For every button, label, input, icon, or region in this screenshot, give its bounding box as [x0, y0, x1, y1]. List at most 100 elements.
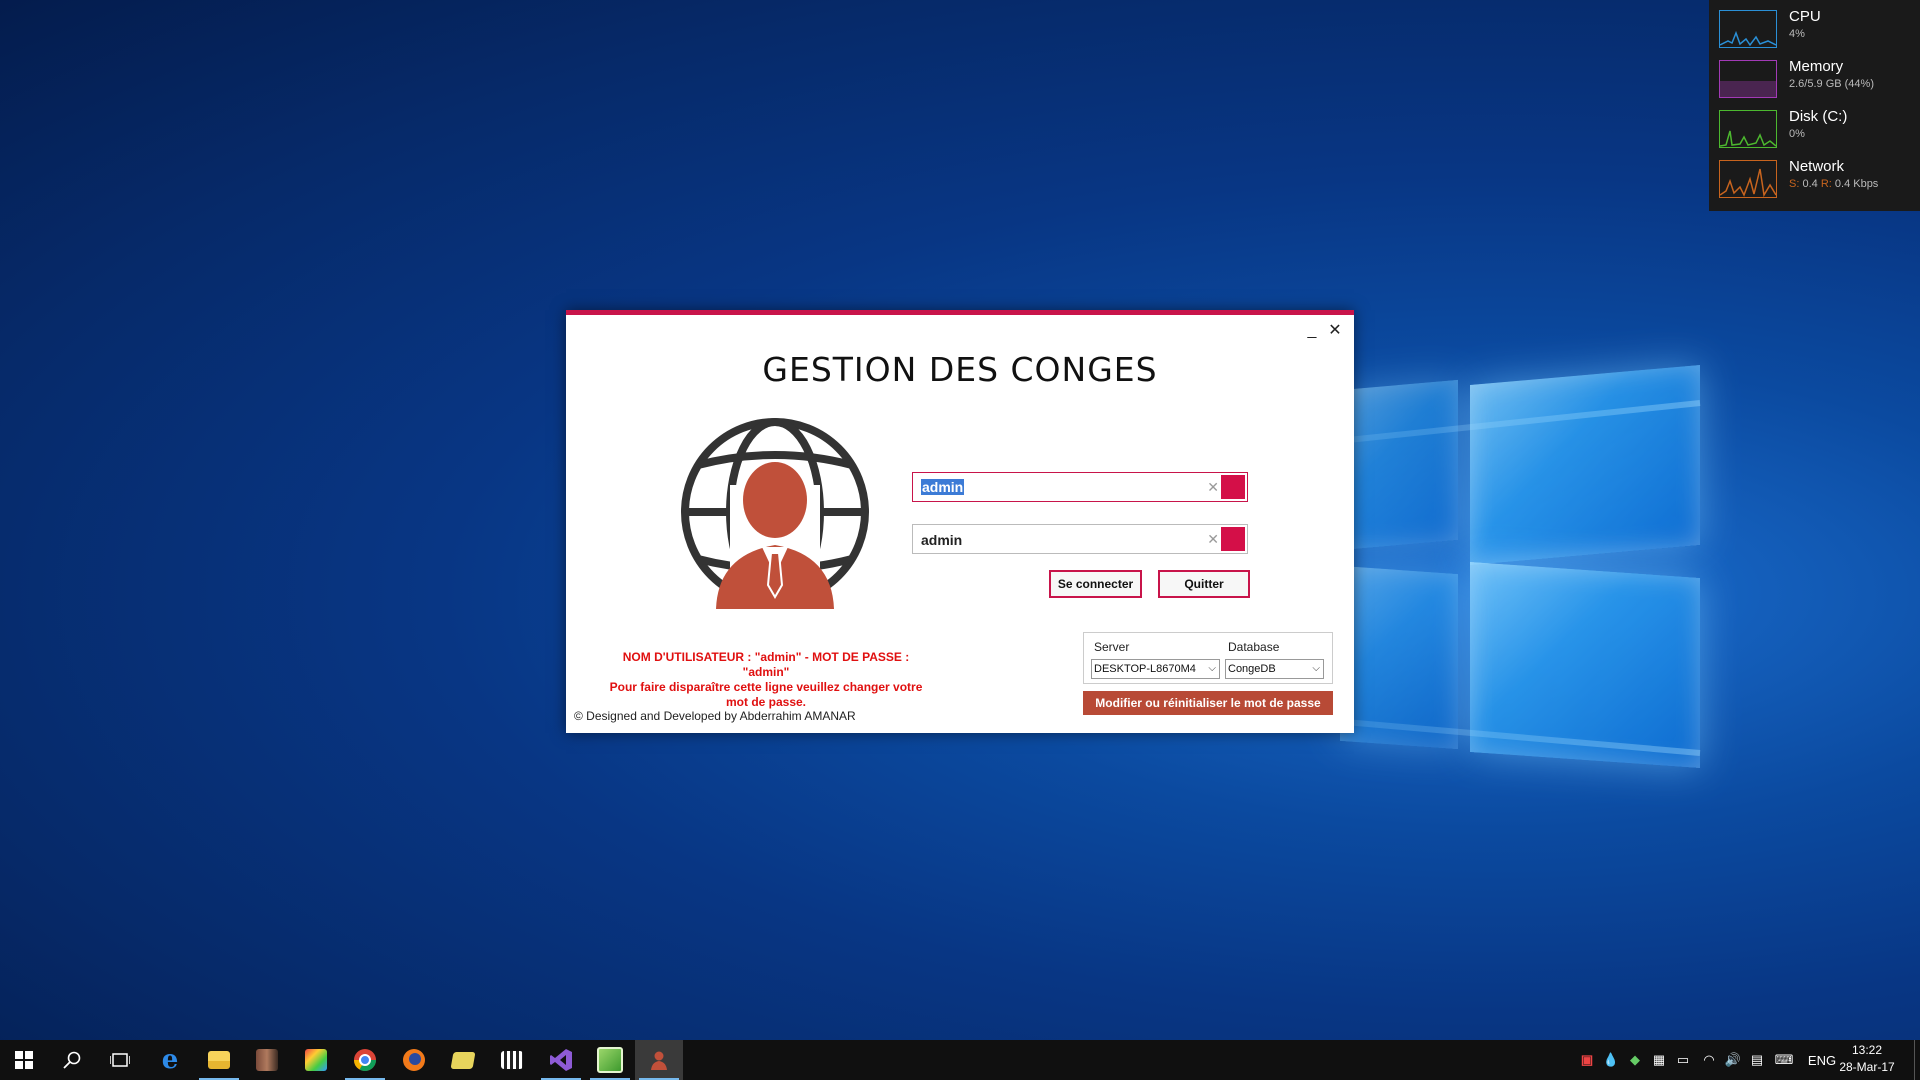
user-globe-logo-icon [681, 418, 869, 609]
memory-graph [1719, 60, 1777, 98]
battery-icon: ▭ [1676, 1052, 1690, 1067]
file-explorer-icon [208, 1051, 230, 1069]
battery-tray-button[interactable]: ▭ [1672, 1040, 1694, 1080]
connection-settings: Server Database DESKTOP-L8670M4 ⌵ CongeD… [1083, 632, 1333, 684]
firefox-button[interactable] [390, 1040, 438, 1080]
windows-logo-wallpaper [1340, 345, 1710, 785]
database-select[interactable]: CongeDB ⌵ [1225, 659, 1324, 679]
volume-tray-button[interactable]: 🔊 [1722, 1040, 1744, 1080]
calculator-icon: ▦ [1652, 1052, 1666, 1067]
quit-button[interactable]: Quitter [1158, 570, 1250, 598]
minimize-icon: _ [1307, 322, 1317, 339]
reset-password-button[interactable]: Modifier ou réinitialiser le mot de pass… [1083, 691, 1333, 715]
server-select[interactable]: DESKTOP-L8670M4 ⌵ [1091, 659, 1220, 679]
chrome-icon [354, 1049, 376, 1071]
search-button[interactable] [48, 1040, 96, 1080]
task-view-button[interactable] [96, 1040, 144, 1080]
footer-credit: © Designed and Developed by Abderrahim A… [574, 709, 856, 723]
gestion-conges-icon [651, 1051, 667, 1070]
chrome-button[interactable] [341, 1040, 389, 1080]
memory-value: 2.6/5.9 GB (44%) [1789, 78, 1874, 90]
chevron-down-icon: ⌵ [1208, 663, 1216, 674]
database-value: CongeDB [1228, 663, 1276, 675]
disk-label: Disk (C:) [1789, 108, 1848, 125]
file-explorer-button[interactable] [195, 1040, 243, 1080]
app-button[interactable] [243, 1040, 291, 1080]
office-icon: ▣ [1580, 1052, 1594, 1067]
office-tray-button[interactable]: ▣ [1576, 1040, 1598, 1080]
clock[interactable]: 13:22 28-Mar-17 [1832, 1042, 1902, 1076]
visual-studio-icon [550, 1049, 572, 1071]
search-icon [63, 1051, 81, 1069]
taskbar: e ▣ 💧 ◆ ▦ ▭ ◠ 🔊 ▤ ⌨ ENG 13:22 28-Mar-17 [0, 1040, 1920, 1080]
hint-line-2: Pour faire disparaître cette ligne veuil… [609, 680, 923, 709]
droplet-icon: 💧 [1602, 1052, 1620, 1067]
chevron-down-icon: ⌵ [1312, 663, 1320, 674]
touch-keyboard-button[interactable]: ⌨ [1770, 1040, 1798, 1080]
clock-date: 28-Mar-17 [1839, 1060, 1895, 1074]
cpu-graph [1719, 10, 1777, 48]
paint-icon [305, 1049, 327, 1071]
username-indicator [1221, 475, 1245, 499]
edge-button[interactable]: e [146, 1040, 194, 1080]
network-value: S: 0.4 R: 0.4 Kbps [1789, 178, 1879, 190]
app-title: GESTION DES CONGES [762, 350, 1158, 389]
disk-value: 0% [1789, 128, 1805, 140]
start-icon [15, 1051, 33, 1069]
close-icon: ✕ [1328, 322, 1342, 339]
cpu-value: 4% [1789, 28, 1805, 40]
password-field[interactable]: ✕ [912, 524, 1248, 554]
clock-time: 13:22 [1851, 1043, 1883, 1057]
gestion-conges-button[interactable] [635, 1040, 683, 1080]
sync-icon: ◆ [1630, 1052, 1640, 1067]
folder-icon [450, 1051, 476, 1069]
folder-button[interactable] [439, 1040, 487, 1080]
clear-password-icon[interactable]: ✕ [1207, 531, 1219, 548]
cpu-label: CPU [1789, 8, 1821, 25]
dropbox-tray-button[interactable]: 💧 [1600, 1040, 1622, 1080]
network-tray-button[interactable]: ◠ [1698, 1040, 1720, 1080]
action-center-button[interactable]: ▤ [1746, 1040, 1768, 1080]
visual-studio-button[interactable] [537, 1040, 585, 1080]
password-input[interactable] [919, 528, 1203, 552]
paint-button[interactable] [292, 1040, 340, 1080]
clear-username-icon[interactable]: ✕ [1207, 479, 1219, 496]
keyboard-tray-button[interactable]: ▦ [1648, 1040, 1670, 1080]
server-value: DESKTOP-L8670M4 [1094, 663, 1196, 675]
database-label: Database [1228, 640, 1280, 654]
default-credentials-hint: NOM D'UTILISATEUR : "admin" - MOT DE PAS… [606, 650, 926, 710]
connect-button[interactable]: Se connecter [1049, 570, 1142, 598]
video-editor-icon [501, 1051, 523, 1069]
wifi-icon: ◠ [1703, 1052, 1715, 1067]
keyboard-icon: ⌨ [1774, 1052, 1794, 1067]
login-dialog: _ ✕ GESTION DES CONGES admin ✕ ✕ Se conn… [566, 310, 1354, 733]
disk-graph [1719, 110, 1777, 148]
firefox-icon [403, 1049, 425, 1071]
minimize-button[interactable]: _ [1303, 323, 1321, 341]
notepad-icon [597, 1047, 623, 1073]
sync-tray-button[interactable]: ◆ [1624, 1040, 1646, 1080]
server-label: Server [1094, 640, 1130, 654]
perf-cpu: CPU 4% [1719, 0, 1919, 48]
edge-icon: e [161, 1045, 179, 1075]
perf-memory: Memory 2.6/5.9 GB (44%) [1719, 50, 1919, 98]
perf-network: Network S: 0.4 R: 0.4 Kbps [1719, 150, 1919, 198]
hint-line-1: NOM D'UTILISATEUR : "admin" - MOT DE PAS… [622, 650, 910, 679]
notepad-button[interactable] [586, 1040, 634, 1080]
username-field[interactable]: admin ✕ [912, 472, 1248, 502]
notification-icon: ▤ [1750, 1052, 1764, 1067]
show-desktop-button[interactable] [1914, 1040, 1920, 1080]
volume-icon: 🔊 [1724, 1052, 1742, 1067]
username-selected-text: admin [921, 479, 965, 495]
network-graph [1719, 160, 1777, 198]
memory-label: Memory [1789, 58, 1844, 75]
network-label: Network [1789, 158, 1845, 175]
perf-disk: Disk (C:) 0% [1719, 100, 1919, 148]
app-icon [256, 1049, 278, 1071]
task-view-icon [110, 1053, 130, 1067]
close-button[interactable]: ✕ [1326, 323, 1344, 341]
start-button[interactable] [0, 1040, 48, 1080]
password-indicator [1221, 527, 1245, 551]
video-editor-button[interactable] [488, 1040, 536, 1080]
performance-widget: CPU 4% Memory 2.6/5.9 GB (44%) Disk (C:)… [1709, 0, 1920, 211]
